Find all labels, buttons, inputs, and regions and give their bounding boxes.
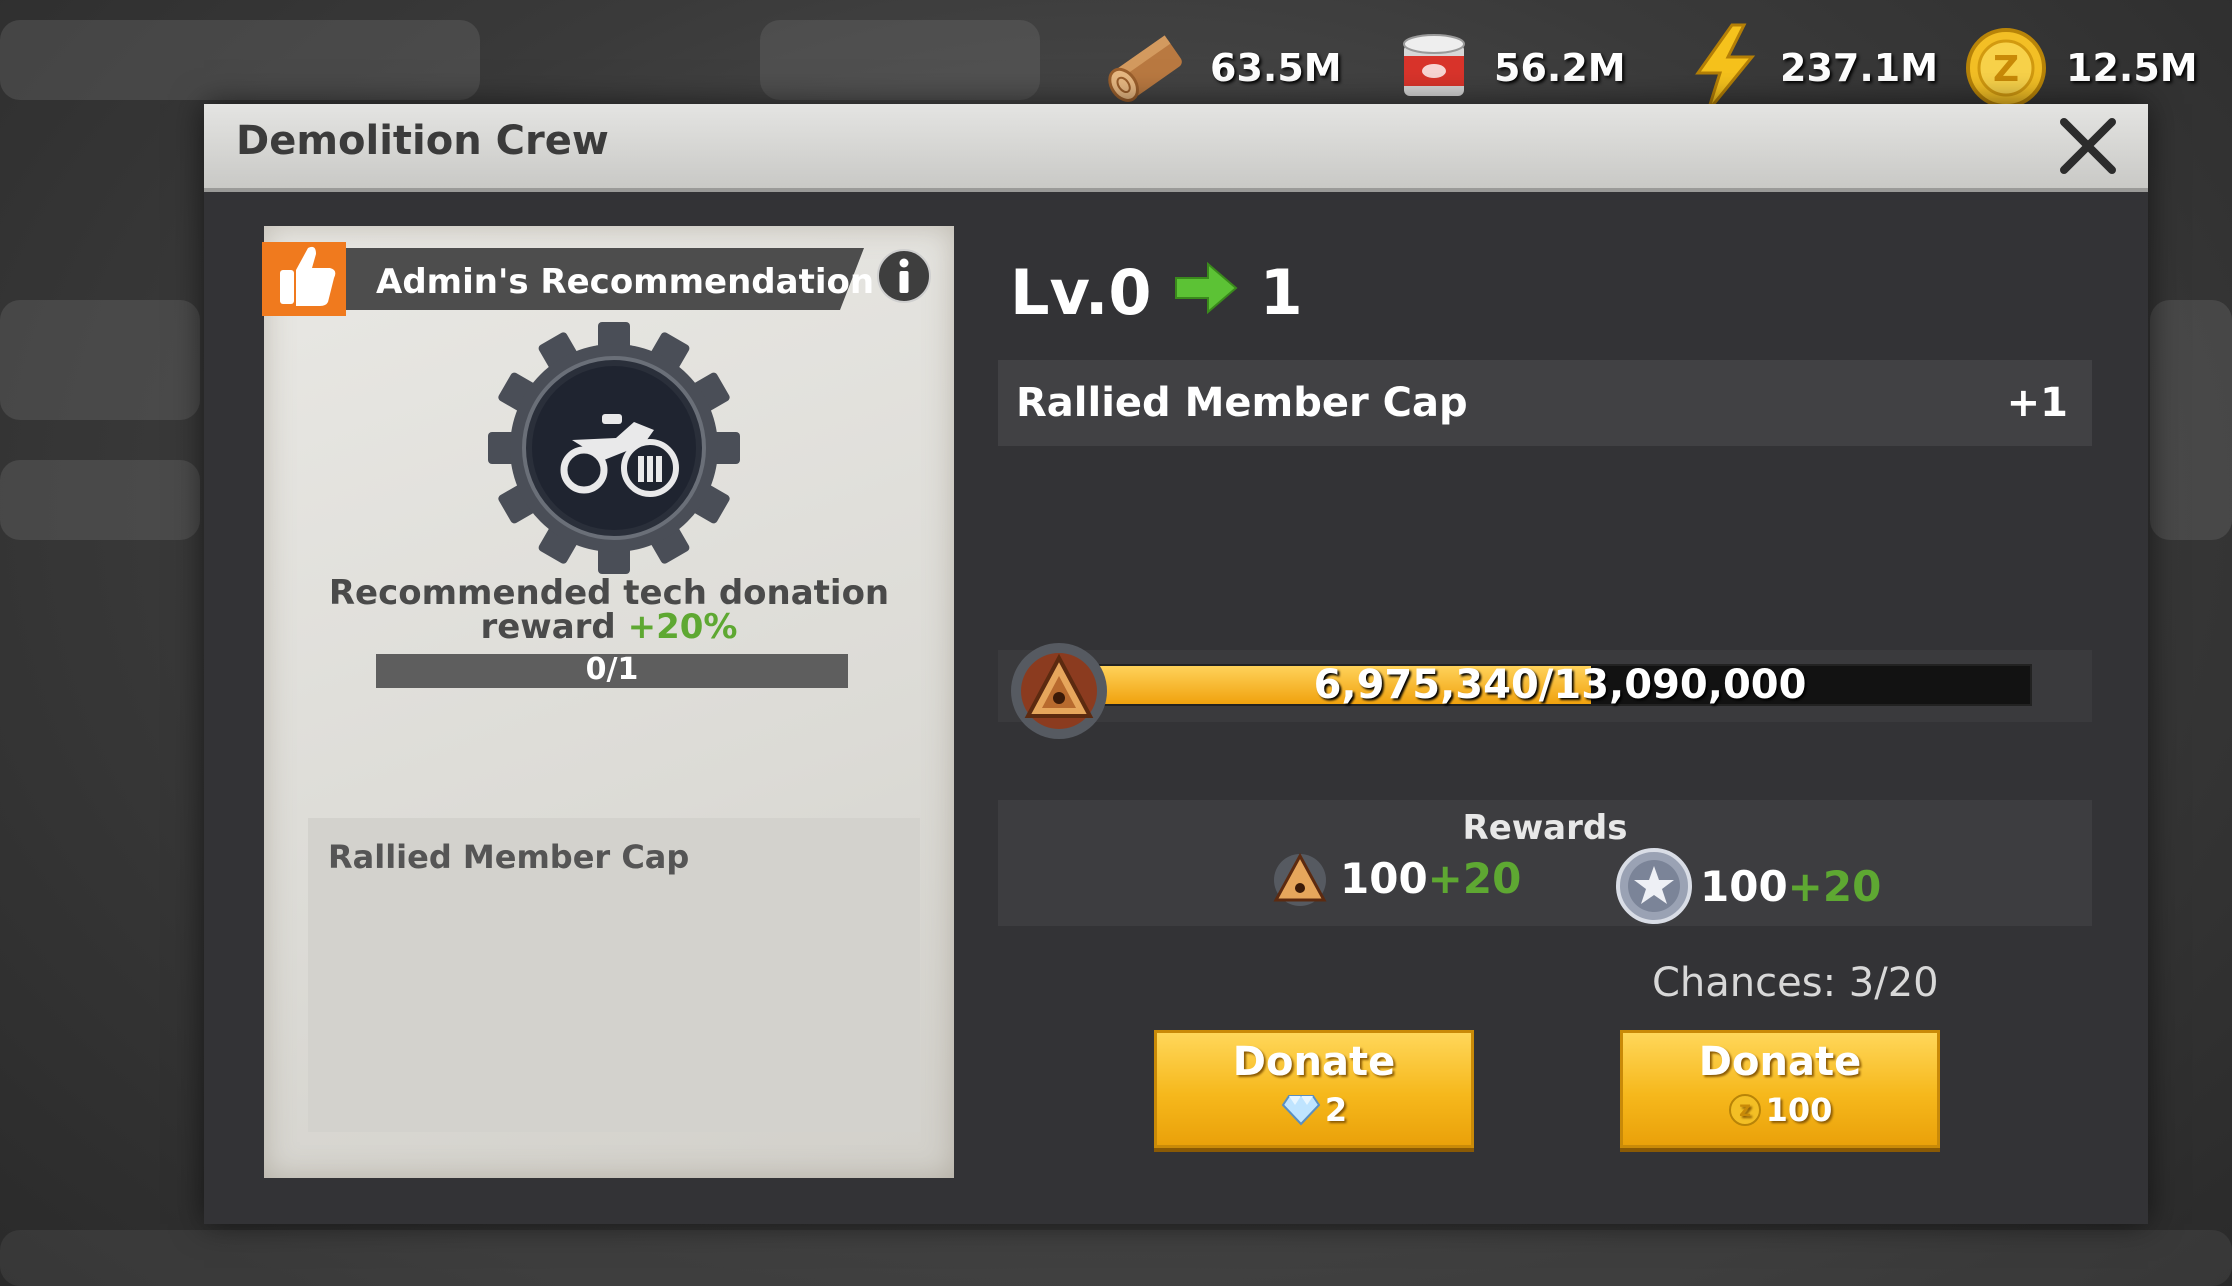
rewards-header: Rewards [1462, 808, 1628, 848]
donation-progress: 6,975,340/13,090,000 [998, 650, 2092, 722]
lightning-icon [1686, 23, 1762, 113]
motorcycle-gear-icon [484, 318, 744, 578]
donate-coins-label: Donate [1698, 1039, 1862, 1085]
donate-coins-button[interactable]: Donate Z 100 [1620, 1030, 1940, 1148]
donation-chances: Chances: 3/20 [1652, 960, 1939, 1006]
food-amount: 56.2M [1494, 46, 1626, 90]
svg-text:Z: Z [1993, 49, 2019, 90]
donation-progress-bar: 6,975,340/13,090,000 [1088, 662, 2032, 708]
recommendation-progress-bar: 0/1 [376, 652, 848, 688]
info-icon [877, 249, 931, 303]
donate-coins-cost: Z 100 [1623, 1091, 1937, 1129]
effect-description-label: Rallied Member Cap [328, 838, 690, 876]
reward-bonus: +20 [1787, 861, 1882, 911]
next-level: 1 [1259, 256, 1303, 329]
thumbs-up-icon [262, 230, 354, 322]
donation-progress-text: 6,975,340/13,090,000 [1313, 662, 1807, 708]
resource-coins: Z 12.5M [1964, 18, 2198, 118]
reward-item: 100 +20 [1614, 846, 1881, 926]
recommendation-bonus: +20% [627, 607, 738, 647]
reward-item: 100 +20 [1268, 846, 1521, 910]
effect-amount: +1 [2006, 380, 2068, 426]
wood-log-icon [1100, 22, 1192, 114]
tech-badge-icon [1273, 852, 1327, 906]
food-can-icon [1392, 26, 1476, 110]
effect-row: Rallied Member Cap +1 [998, 360, 2092, 446]
wood-amount: 63.5M [1210, 46, 1342, 90]
donate-gems-cost-value: 2 [1324, 1091, 1348, 1129]
level-indicator: Lv.0 1 [1010, 256, 1303, 329]
diamond-icon [1281, 1095, 1321, 1126]
resource-energy: 237.1M [1686, 18, 1938, 118]
recommendation-title: Admin's Recommendation [376, 262, 875, 302]
energy-amount: 237.1M [1780, 46, 1939, 90]
reward-base: 100 [1700, 861, 1788, 911]
reward-bonus: +20 [1427, 853, 1522, 903]
reward-base: 100 [1340, 853, 1428, 903]
gold-coin-icon: Z [1964, 26, 2048, 110]
recommendation-desc-line2: reward [480, 607, 616, 647]
current-level: Lv.0 [1010, 256, 1152, 329]
recommendation-progress-text: 0/1 [585, 652, 639, 687]
close-button[interactable] [2056, 114, 2120, 178]
info-button[interactable] [876, 248, 932, 304]
donate-gems-cost: 2 [1157, 1091, 1471, 1129]
window-title: Demolition Crew [236, 118, 609, 164]
close-icon [2060, 118, 2116, 174]
donate-gems-button[interactable]: Donate 2 [1154, 1030, 1474, 1148]
coins-amount: 12.5M [2066, 46, 2198, 90]
resource-wood: 63.5M [1100, 18, 1342, 118]
rewards-box: Rewards 100 +20 100 +20 [998, 800, 2092, 926]
gold-coin-icon: Z [1728, 1094, 1761, 1126]
resource-food: 56.2M [1392, 18, 1626, 118]
recommendation-desc-line1: Recommended tech donation [328, 573, 890, 613]
donate-gems-label: Donate [1232, 1039, 1396, 1085]
donate-coins-cost-value: 100 [1765, 1091, 1833, 1129]
title-bar: Demolition Crew [204, 104, 2148, 192]
recommendation-description: Recommended tech donation reward +20% [264, 576, 954, 644]
tech-badge-icon [1004, 636, 1114, 746]
demolition-crew-window: Demolition Crew Admin's Recommendation R… [204, 104, 2148, 1224]
recommendation-card: Admin's Recommendation Recommended tech … [262, 226, 954, 1178]
silver-star-medal-icon [1616, 848, 1692, 924]
arrow-right-icon [1174, 256, 1238, 329]
effect-name: Rallied Member Cap [1016, 380, 1468, 426]
svg-text:Z: Z [1739, 1101, 1751, 1120]
effect-description-box: Rallied Member Cap [308, 818, 920, 1132]
